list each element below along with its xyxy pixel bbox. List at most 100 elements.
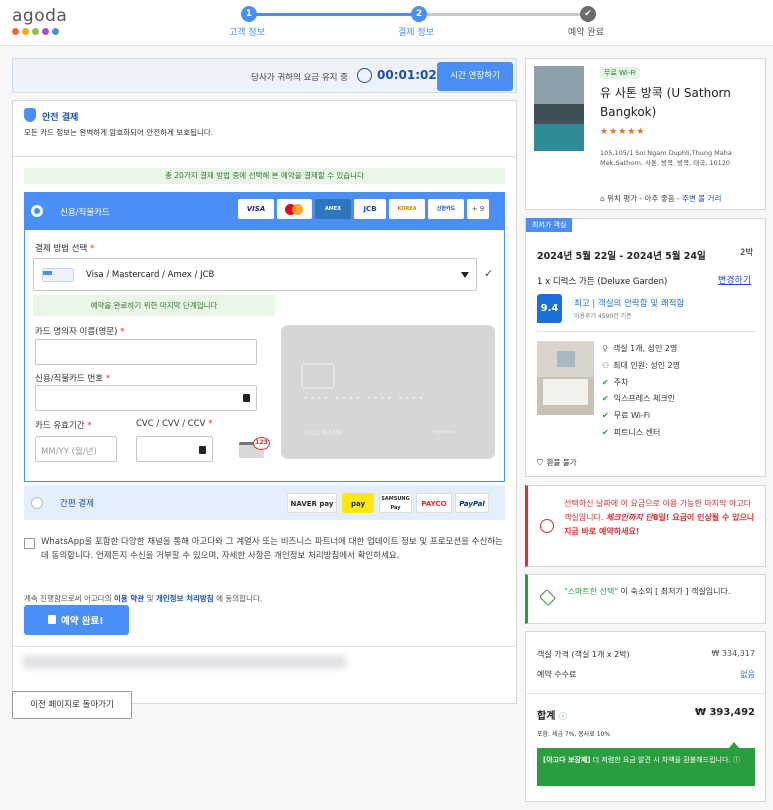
card-preview-number: •••• •••• •••• •••• — [303, 394, 426, 404]
naver-pay-logo: NAVER pay — [287, 493, 337, 513]
info-icon: ⓘ — [732, 756, 740, 764]
logo-dot — [12, 28, 19, 35]
cardholder-name-label: 카드 명의자 이름(영문) * — [35, 327, 125, 337]
chip-icon — [301, 363, 335, 389]
urgency-alert: 선택하신 날짜에 이 요금으로 이용 가능한 마지막 아고다 객실입니다. 체크… — [525, 485, 766, 567]
terms-text: 계속 진행함으로써 아고다의 이용 약관 및 개인정보 처리방침 에 동의합니다… — [24, 594, 263, 603]
room-image[interactable] — [537, 341, 594, 415]
paypal-logo: PayPal — [455, 493, 489, 513]
lock-icon — [199, 446, 206, 454]
nights-count: 2박 — [740, 248, 754, 258]
lock-icon — [48, 615, 56, 624]
payment-method-select[interactable]: Visa / Mastercard / Amex / JCB — [33, 258, 477, 291]
tag-icon — [539, 589, 556, 606]
blurred-content — [22, 655, 347, 669]
star-rating: ★★★★★ — [600, 127, 646, 137]
price-card: 객실 가격 (객실 1개 x 2박) ₩ 334,317 예약 수수료 없음 합… — [525, 631, 766, 802]
selected-method: Visa / Mastercard / Amex / JCB — [86, 270, 215, 280]
back-button[interactable]: 이전 페이지로 돌아가기 — [12, 691, 132, 719]
kakao-pay-logo: pay — [342, 493, 374, 513]
shinhan-card-logo: 신한카드 — [428, 199, 464, 219]
logo-dot — [52, 28, 59, 35]
info-icon: ⓘ — [558, 712, 567, 721]
secure-payment-desc: 모든 카드 정보는 완벽하게 암호화되어 안전하게 보호됩니다. — [24, 128, 214, 137]
amenity-room-guests: ♀ 객실 1개, 성인 2명 — [602, 344, 678, 353]
card-option-header[interactable]: 신용/직불카드 VISA AMEX JCB KOREA 신한카드 + 9 — [24, 192, 505, 230]
extend-time-button[interactable]: 시간 연장하기 — [437, 62, 513, 91]
step-1-label: 고객 정보 — [229, 28, 265, 38]
card-number-input[interactable] — [35, 385, 257, 411]
progress-line — [420, 13, 588, 16]
final-step-note: 예약을 완료하기 위한 마지막 단계입니다 — [33, 295, 275, 316]
step-3-circle: ✔ — [580, 6, 596, 22]
tax-note: 포함: 세금 7%, 봉사료 10% — [537, 731, 611, 738]
complete-booking-button[interactable]: 예약 완료! — [24, 605, 129, 635]
lock-icon — [243, 394, 250, 402]
top-header: agoda 1 2 ✔ 고객 정보 결제 정보 예약 완료 — [0, 0, 773, 46]
hotel-name: 유 사톤 방콕 (U Sathorn Bangkok) — [600, 86, 731, 119]
change-room-link[interactable]: 변경하기 — [718, 273, 751, 286]
check-icon: ✓ — [484, 267, 494, 280]
jcb-logo: JCB — [354, 199, 386, 219]
divider — [13, 646, 516, 647]
logo-dot — [42, 28, 49, 35]
radio-dot — [34, 208, 40, 214]
step-3-label: 예약 완료 — [568, 28, 604, 38]
shield-icon: ⛉ — [537, 458, 543, 467]
simple-pay-radio[interactable] — [31, 497, 43, 509]
amenity-max-occupancy: ⚇ 최대 인원: 성인 2명 — [602, 361, 681, 370]
payco-logo: PAYCO — [416, 493, 452, 513]
smart-choice-card: "스마트한 선택" 이 숙소의 [ 최저가 ] 객실입니다. — [525, 574, 766, 624]
clock-icon — [357, 68, 372, 83]
more-brands-badge[interactable]: + 9 — [467, 199, 489, 219]
simple-pay-label: 간편 결제 — [60, 499, 94, 509]
nearby-link[interactable]: 주변 볼 거리 — [682, 194, 721, 203]
visa-logo: VISA — [238, 199, 274, 219]
score-text: 최고 | 객실의 안락함 및 쾌적함 — [574, 299, 685, 309]
card-number-label: 신용/직불카드 번호 * — [35, 374, 111, 384]
timer-text: 당사가 귀하의 요금 유지 중 — [251, 73, 348, 83]
expiry-placeholder: MM/YY (월/년) — [41, 447, 97, 457]
payment-methods-note: 총 20가지 결제 방법 중에 선택해 본 예약을 결제할 수 있습니다 — [24, 168, 505, 184]
total-value: ₩ 393,492 — [694, 707, 755, 718]
privacy-link[interactable]: 개인정보 처리방침 — [156, 594, 214, 603]
expiry-input[interactable]: MM/YY (월/년) — [35, 436, 117, 462]
agoda-logo[interactable]: agoda — [12, 6, 67, 26]
chevron-down-icon — [461, 272, 469, 278]
mastercard-logo — [277, 199, 312, 219]
samsung-pay-logo: SAMSUNG Pay — [379, 493, 412, 513]
korea-card-logo: KOREA — [389, 199, 425, 219]
card-option-label: 신용/직불카드 — [60, 208, 110, 218]
card-preview-name: FULL NAME — [303, 429, 343, 437]
step-2-label: 결제 정보 — [398, 28, 434, 38]
consent-checkbox[interactable] — [24, 538, 35, 549]
timer-bar: 당사가 귀하의 요금 유지 중 00:01:02 시간 연장하기 — [12, 58, 517, 93]
hotel-image[interactable] — [534, 66, 584, 151]
cardholder-name-input[interactable] — [35, 339, 257, 365]
step-1-circle: 1 — [241, 6, 257, 22]
refund-policy: ⛉ 환불 불가 — [537, 458, 577, 467]
card-preview: •••• •••• •••• •••• FULL NAME **/**** — [281, 325, 495, 459]
amenity-free-wifi: ✔ 무료 Wi-Fi — [602, 411, 651, 420]
room-price-label: 객실 가격 (객실 1개 x 2박) — [537, 650, 630, 659]
shield-icon — [24, 108, 36, 122]
divider — [537, 331, 755, 332]
stay-dates: 2024년 5월 22일 - 2024년 5월 24일 — [537, 251, 706, 262]
card-icon-chip — [43, 271, 52, 275]
complete-booking-label: 예약 완료! — [61, 616, 104, 627]
location-rating: ⌂ 위치 평가 - 아주 좋음 - 주변 볼 거리 — [600, 194, 722, 203]
lowest-price-tag: 최저가 객실 — [526, 218, 573, 232]
cvc-badge: 123 — [253, 437, 270, 450]
cvc-input[interactable] — [136, 436, 213, 462]
review-score: 9.4 — [537, 294, 562, 323]
consent-text: WhatsApp을 포함한 다양한 채널을 통해 아고다와 그 계열사 또는 비… — [41, 537, 503, 561]
card-preview-expiry: **/**** — [431, 429, 455, 437]
secure-payment-title: 안전 결제 — [42, 113, 79, 123]
room-price-value: ₩ 334,317 — [711, 649, 755, 658]
booking-fee-value: 없음 — [740, 670, 755, 679]
terms-link[interactable]: 이용 약관 — [114, 594, 144, 603]
room-name: 1 x 디럭스 가든 (Deluxe Garden) — [537, 277, 668, 287]
alarm-icon — [540, 519, 554, 533]
timer-countdown: 00:01:02 — [377, 68, 437, 82]
price-guarantee-banner: [아고다 보장제] 더 저렴한 요금 발견 시 차액을 환불해드립니다. ⓘ — [537, 748, 755, 786]
